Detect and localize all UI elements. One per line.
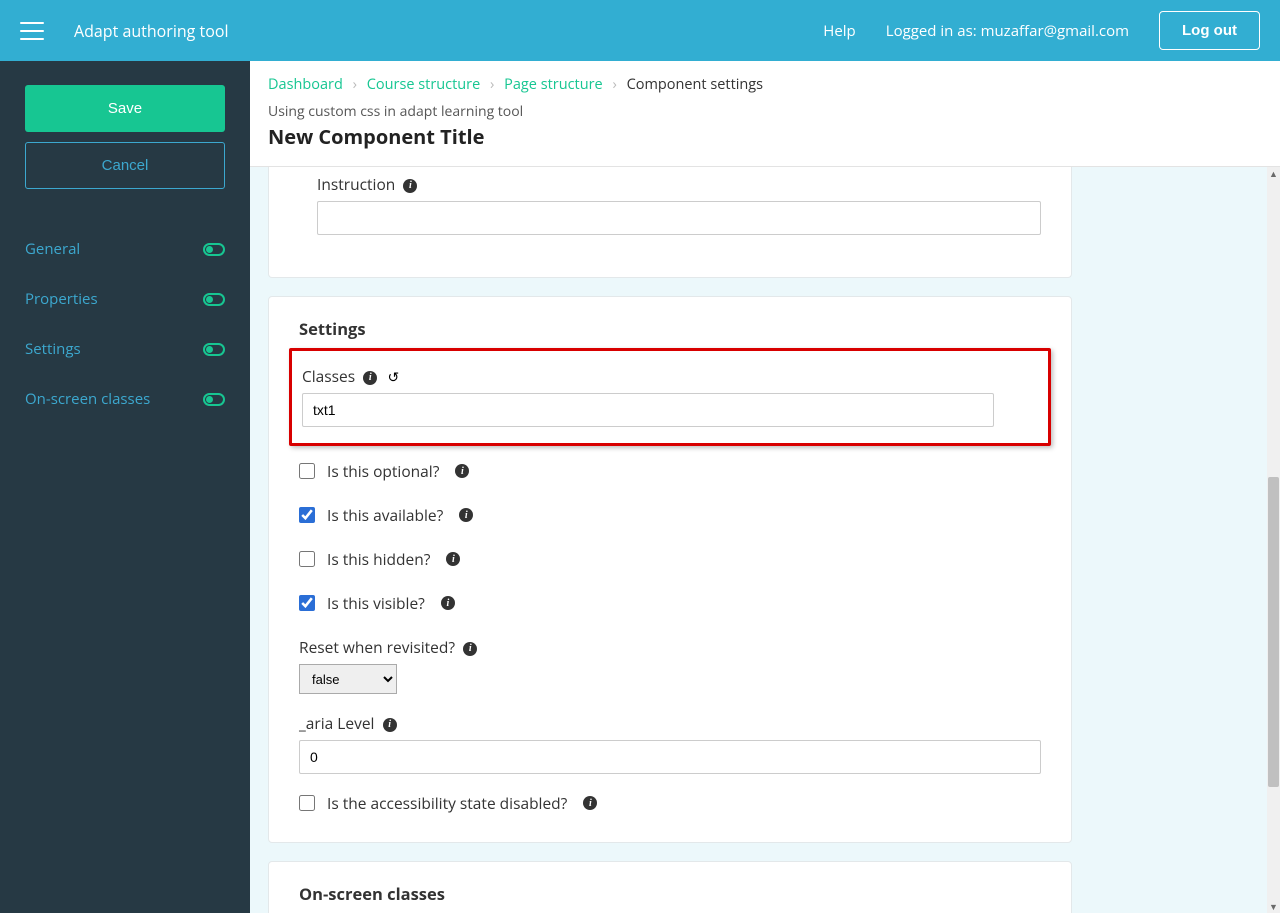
a11y-label: Is the accessibility state disabled? bbox=[327, 792, 567, 814]
a11y-row: Is the accessibility state disabled? i bbox=[299, 792, 1041, 814]
visible-row: Is this visible? i bbox=[299, 592, 1041, 614]
reset-label: Reset when revisited? bbox=[299, 636, 455, 658]
info-icon[interactable]: i bbox=[463, 642, 477, 656]
sidebar-item-general[interactable]: General bbox=[25, 224, 225, 274]
sidebar-item-label: General bbox=[25, 239, 80, 259]
chevron-right-icon: › bbox=[353, 75, 357, 94]
chevron-right-icon: › bbox=[612, 75, 616, 94]
breadcrumb: Dashboard › Course structure › Page stru… bbox=[268, 75, 1262, 94]
reset-select[interactable]: false bbox=[299, 664, 397, 694]
sidebar: Save Cancel General Properties Settings … bbox=[0, 61, 250, 913]
aria-label: _aria Level bbox=[299, 712, 374, 734]
scroll-down-icon[interactable]: ▼ bbox=[1267, 900, 1280, 913]
hidden-row: Is this hidden? i bbox=[299, 548, 1041, 570]
scrollbar[interactable]: ▲ ▼ bbox=[1267, 167, 1280, 913]
instruction-label: Instruction bbox=[317, 173, 395, 195]
info-icon[interactable]: i bbox=[455, 464, 469, 478]
content-scroll: Instruction i Settings Classes i ↺ bbox=[250, 167, 1280, 913]
breadcrumb-link[interactable]: Page structure bbox=[504, 75, 603, 94]
info-icon[interactable]: i bbox=[446, 552, 460, 566]
visible-checkbox[interactable] bbox=[299, 595, 315, 611]
classes-label: Classes bbox=[302, 365, 355, 387]
cancel-button[interactable]: Cancel bbox=[25, 142, 225, 189]
topbar: Adapt authoring tool Help Logged in as: … bbox=[0, 0, 1280, 61]
classes-input[interactable] bbox=[302, 393, 994, 427]
sidebar-item-settings[interactable]: Settings bbox=[25, 324, 225, 374]
toggle-icon bbox=[203, 393, 225, 406]
help-link[interactable]: Help bbox=[823, 21, 855, 41]
classes-highlight: Classes i ↺ bbox=[289, 348, 1051, 446]
toggle-icon bbox=[203, 243, 225, 256]
available-label: Is this available? bbox=[327, 504, 443, 526]
onscreen-heading: On-screen classes bbox=[299, 882, 1041, 905]
reset-field: Reset when revisited? i false bbox=[299, 636, 1041, 694]
scrollbar-thumb[interactable] bbox=[1268, 477, 1279, 787]
logged-in-text: Logged in as: muzaffar@gmail.com bbox=[886, 21, 1129, 41]
aria-field: _aria Level i bbox=[299, 712, 1041, 774]
breadcrumb-current: Component settings bbox=[627, 75, 763, 94]
logout-button[interactable]: Log out bbox=[1159, 11, 1260, 50]
toggle-icon bbox=[203, 343, 225, 356]
breadcrumb-link[interactable]: Course structure bbox=[367, 75, 480, 94]
sidebar-item-properties[interactable]: Properties bbox=[25, 274, 225, 324]
course-subtitle: Using custom css in adapt learning tool bbox=[268, 102, 1262, 121]
a11y-checkbox[interactable] bbox=[299, 795, 315, 811]
chevron-right-icon: › bbox=[490, 75, 494, 94]
panel-settings: Settings Classes i ↺ Is this optional? i bbox=[268, 296, 1072, 843]
info-icon[interactable]: i bbox=[441, 596, 455, 610]
settings-heading: Settings bbox=[299, 317, 1041, 340]
aria-input[interactable] bbox=[299, 740, 1041, 774]
available-row: Is this available? i bbox=[299, 504, 1041, 526]
info-icon[interactable]: i bbox=[383, 718, 397, 732]
hidden-label: Is this hidden? bbox=[327, 548, 430, 570]
info-icon[interactable]: i bbox=[363, 371, 377, 385]
panel-onscreen: On-screen classes bbox=[268, 861, 1072, 913]
available-checkbox[interactable] bbox=[299, 507, 315, 523]
info-icon[interactable]: i bbox=[459, 508, 473, 522]
main: Dashboard › Course structure › Page stru… bbox=[250, 61, 1280, 913]
header-strip: Dashboard › Course structure › Page stru… bbox=[250, 61, 1280, 167]
panel-instruction: Instruction i bbox=[268, 167, 1072, 278]
info-icon[interactable]: i bbox=[583, 796, 597, 810]
menu-icon[interactable] bbox=[20, 22, 44, 40]
brand-title: Adapt authoring tool bbox=[74, 20, 229, 42]
sidebar-item-onscreen[interactable]: On-screen classes bbox=[25, 374, 225, 424]
hidden-checkbox[interactable] bbox=[299, 551, 315, 567]
reset-icon[interactable]: ↺ bbox=[387, 368, 399, 387]
optional-label: Is this optional? bbox=[327, 460, 439, 482]
sidebar-item-label: On-screen classes bbox=[25, 389, 150, 409]
instruction-input[interactable] bbox=[317, 201, 1041, 235]
optional-checkbox[interactable] bbox=[299, 463, 315, 479]
optional-row: Is this optional? i bbox=[299, 460, 1041, 482]
info-icon[interactable]: i bbox=[403, 179, 417, 193]
page-title: New Component Title bbox=[268, 123, 1262, 150]
toggle-icon bbox=[203, 293, 225, 306]
sidebar-item-label: Properties bbox=[25, 289, 98, 309]
sidebar-item-label: Settings bbox=[25, 339, 81, 359]
visible-label: Is this visible? bbox=[327, 592, 425, 614]
scroll-up-icon[interactable]: ▲ bbox=[1267, 167, 1280, 180]
save-button[interactable]: Save bbox=[25, 85, 225, 132]
breadcrumb-link[interactable]: Dashboard bbox=[268, 75, 343, 94]
